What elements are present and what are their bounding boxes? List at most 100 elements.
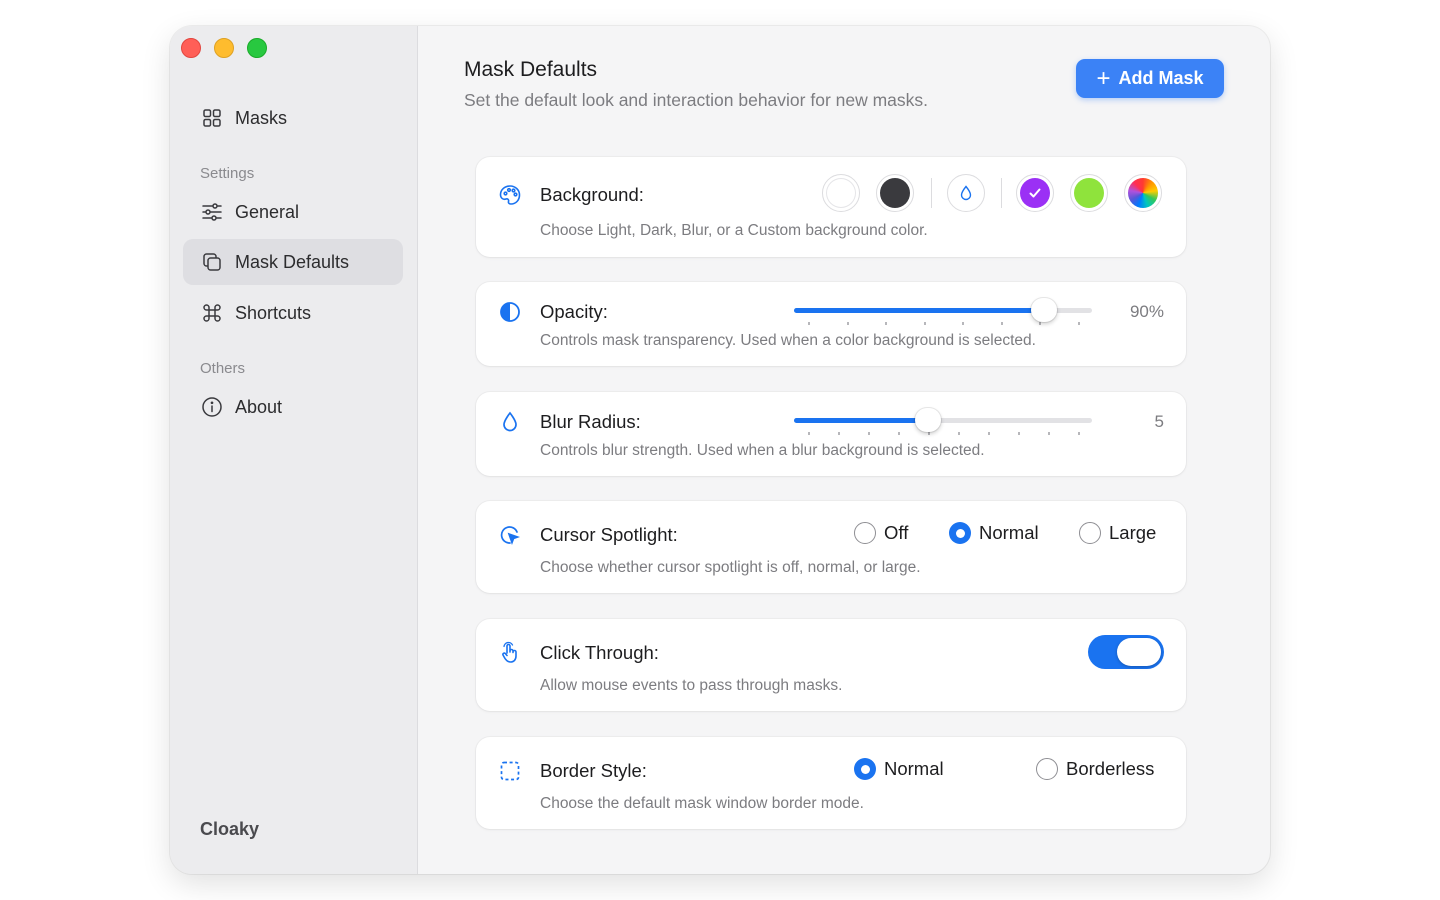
- copy-icon: [203, 253, 221, 271]
- blur-radius-slider[interactable]: [794, 405, 1092, 435]
- sidebar-section-others: Others: [200, 360, 246, 377]
- radio-label: Normal: [979, 522, 1039, 543]
- sidebar-item-about[interactable]: About: [183, 384, 403, 430]
- plus-icon: +: [1096, 64, 1111, 92]
- radio-circle: [854, 758, 876, 780]
- sidebar-section-settings: Settings: [200, 165, 255, 182]
- slider-tick: [1001, 322, 1003, 325]
- slider-fill: [794, 308, 1044, 313]
- radio-label: Normal: [884, 758, 944, 779]
- slider-thumb[interactable]: [1031, 298, 1057, 322]
- background-label: Background:: [540, 184, 644, 205]
- slider-tick: [1048, 432, 1050, 435]
- blur-value: 5: [1154, 412, 1164, 431]
- sidebar-item-label: Shortcuts: [235, 302, 312, 323]
- slider-ticks: [794, 432, 1092, 436]
- border-style-card: Border Style: Choose the default mask wi…: [476, 737, 1186, 829]
- cursor-spotlight-card: Cursor Spotlight: Choose whether cursor …: [476, 501, 1186, 593]
- traffic-lights: [181, 38, 267, 58]
- swatch-divider: [931, 178, 932, 208]
- swatch-blur[interactable]: [947, 174, 985, 212]
- slider-tick: [924, 322, 926, 325]
- swatch-divider: [1001, 178, 1002, 208]
- hand-pointer-icon: [498, 641, 522, 665]
- sidebar-item-shortcuts[interactable]: Shortcuts: [183, 290, 403, 336]
- slider-tick: [847, 322, 849, 325]
- slider-tick: [928, 432, 930, 435]
- page-subtitle: Set the default look and interaction beh…: [464, 90, 929, 110]
- radio-spotlight-normal[interactable]: Normal: [949, 522, 1039, 544]
- radio-spotlight-large[interactable]: Large: [1079, 522, 1156, 544]
- sidebar-item-masks[interactable]: Masks: [183, 95, 403, 141]
- sidebar: Masks Settings General Mask Defaults Sho…: [170, 26, 418, 874]
- radio-circle: [1036, 758, 1058, 780]
- main-content: Mask Defaults Set the default look and i…: [418, 26, 1270, 874]
- app-name: Cloaky: [200, 819, 260, 839]
- cursor-spotlight-description: Choose whether cursor spotlight is off, …: [540, 559, 921, 576]
- radio-border-borderless[interactable]: Borderless: [1036, 758, 1154, 780]
- grid-icon: [203, 109, 221, 127]
- opacity-value: 90%: [1129, 302, 1164, 321]
- border-style-label: Border Style:: [540, 760, 647, 781]
- color-wheel-icon: [1128, 178, 1158, 208]
- click-through-toggle[interactable]: [1088, 635, 1164, 669]
- radio-spotlight-off[interactable]: Off: [854, 522, 908, 544]
- page-title: Mask Defaults: [464, 58, 598, 81]
- swatch-light[interactable]: [822, 174, 860, 212]
- swatch-custom[interactable]: [1124, 174, 1162, 212]
- command-icon: [203, 304, 221, 322]
- half-circle-icon: [498, 300, 522, 324]
- radio-label: Off: [884, 522, 909, 543]
- swatch-dark[interactable]: [876, 174, 914, 212]
- radio-label: Large: [1109, 522, 1157, 543]
- slider-ticks: [794, 322, 1092, 326]
- swatch-green[interactable]: [1070, 174, 1108, 212]
- click-through-card: Click Through: Allow mouse events to pas…: [476, 619, 1186, 711]
- checkmark-icon: [1029, 188, 1041, 198]
- background-card: Background: Choose Light, Dark, Blur, or…: [476, 157, 1186, 257]
- info-icon: [202, 397, 222, 417]
- border-style-description: Choose the default mask window border mo…: [540, 795, 864, 812]
- sidebar-item-mask-defaults[interactable]: Mask Defaults: [183, 239, 403, 285]
- radio-border-normal[interactable]: Normal: [854, 758, 944, 780]
- cursor-spotlight-label: Cursor Spotlight:: [540, 524, 678, 545]
- opacity-slider[interactable]: [794, 295, 1092, 325]
- close-window-button[interactable]: [181, 38, 201, 58]
- slider-tick: [868, 432, 870, 435]
- zoom-window-button[interactable]: [247, 38, 267, 58]
- palette-icon: [498, 183, 522, 207]
- slider-fill: [794, 418, 928, 423]
- add-mask-button[interactable]: + Add Mask: [1076, 59, 1224, 98]
- sidebar-item-label: About: [235, 396, 283, 417]
- minimize-window-button[interactable]: [214, 38, 234, 58]
- slider-tick: [962, 322, 964, 325]
- radio-circle: [949, 522, 971, 544]
- radio-circle: [1079, 522, 1101, 544]
- click-through-label: Click Through:: [540, 642, 659, 663]
- slider-tick: [988, 432, 990, 435]
- blur-description: Controls blur strength. Used when a blur…: [540, 442, 985, 459]
- slider-tick: [808, 322, 810, 325]
- swatch-purple[interactable]: [1016, 174, 1054, 212]
- opacity-label: Opacity:: [540, 301, 608, 322]
- slider-tick: [1018, 432, 1020, 435]
- sidebar-item-label: Mask Defaults: [235, 251, 350, 272]
- app-window: Masks Settings General Mask Defaults Sho…: [170, 26, 1270, 874]
- blur-card: Blur Radius: Controls blur strength. Use…: [476, 392, 1186, 476]
- sidebar-item-general[interactable]: General: [183, 189, 403, 235]
- slider-thumb[interactable]: [915, 408, 941, 432]
- add-mask-label: Add Mask: [1118, 68, 1204, 88]
- slider-tick: [1039, 322, 1041, 325]
- opacity-description: Controls mask transparency. Used when a …: [540, 332, 1036, 349]
- blur-label: Blur Radius:: [540, 411, 641, 432]
- sliders-icon: [202, 203, 222, 221]
- radio-circle: [854, 522, 876, 544]
- slider-tick: [958, 432, 960, 435]
- slider-tick: [808, 432, 810, 435]
- slider-tick: [898, 432, 900, 435]
- toggle-knob: [1117, 638, 1161, 666]
- click-through-description: Allow mouse events to pass through masks…: [540, 677, 843, 694]
- slider-tick: [838, 432, 840, 435]
- dashed-square-icon: [498, 759, 522, 783]
- sidebar-item-label: Masks: [235, 107, 288, 128]
